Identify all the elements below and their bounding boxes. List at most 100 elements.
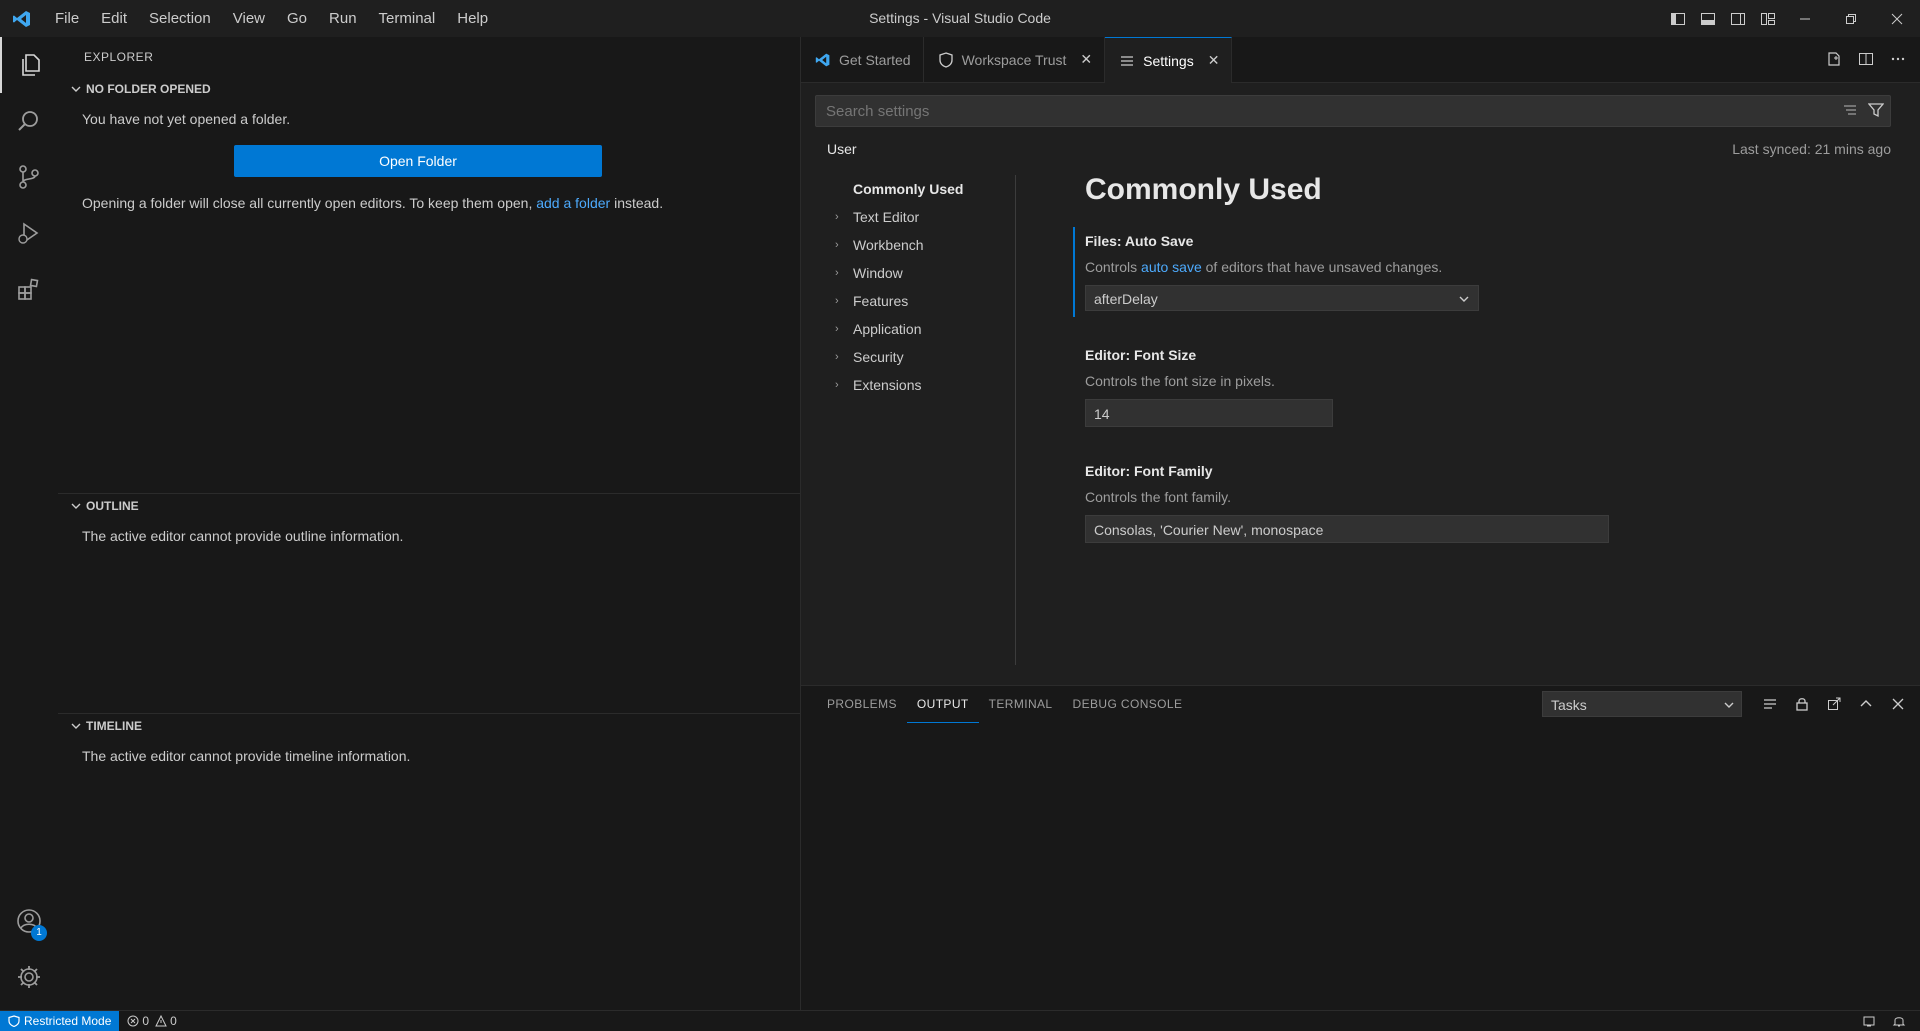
toc-label: Extensions (853, 377, 922, 393)
scope-tab-user[interactable]: User (827, 141, 857, 157)
tab-label: Get Started (839, 51, 911, 68)
settings-search (815, 95, 1891, 127)
toc-item-application[interactable]: › Application (817, 315, 1015, 343)
auto-save-select[interactable]: afterDelay (1085, 285, 1479, 311)
restricted-mode-indicator[interactable]: Restricted Mode (0, 1011, 120, 1031)
menu-go[interactable]: Go (276, 0, 318, 37)
customize-layout-icon[interactable] (1754, 5, 1782, 33)
accounts-icon[interactable]: 1 (0, 893, 58, 949)
minimize-icon[interactable] (1782, 0, 1828, 37)
toggle-secondary-sidebar-icon[interactable] (1724, 5, 1752, 33)
manage-gear-icon[interactable] (0, 949, 58, 1005)
desc-prefix: Controls (1085, 259, 1138, 275)
tab-debug-console[interactable]: DEBUG CONSOLE (1063, 686, 1193, 722)
tab-settings[interactable]: Settings ✕ (1105, 37, 1233, 83)
menu-run[interactable]: Run (318, 0, 368, 37)
chevron-right-icon: › (835, 239, 839, 251)
warning-count: 0 (170, 1014, 177, 1028)
font-size-input[interactable]: 14 (1085, 399, 1333, 427)
bottom-panel: PROBLEMS OUTPUT TERMINAL DEBUG CONSOLE T… (801, 685, 1920, 1011)
outline-header[interactable]: OUTLINE (58, 493, 800, 518)
no-folder-title: NO FOLDER OPENED (86, 82, 211, 96)
tab-get-started[interactable]: Get Started (801, 37, 924, 82)
chevron-down-icon (1458, 287, 1470, 313)
shield-icon (938, 51, 954, 68)
tab-workspace-trust[interactable]: Workspace Trust ✕ (923, 37, 1106, 82)
restore-icon[interactable] (1828, 0, 1874, 37)
settings-scope-row: User Last synced: 21 mins ago (817, 137, 1891, 165)
settings-search-input[interactable] (816, 96, 1816, 126)
notifications-bell-icon[interactable] (1884, 1011, 1914, 1031)
close-icon[interactable]: ✕ (1080, 51, 1092, 68)
outline-section: OUTLINE The active editor cannot provide… (58, 493, 800, 713)
broadcast-icon[interactable] (1854, 1011, 1884, 1031)
toc-label: Features (853, 293, 909, 309)
no-folder-header[interactable]: NO FOLDER OPENED (58, 77, 800, 101)
toc-item-features[interactable]: › Features (817, 287, 1015, 315)
no-folder-hint: Opening a folder will close all currentl… (58, 185, 800, 221)
more-actions-icon[interactable] (1884, 45, 1912, 73)
toc-item-commonly-used[interactable]: Commonly Used (817, 175, 1015, 203)
toc-item-workbench[interactable]: › Workbench (817, 231, 1015, 259)
toc-label: Commonly Used (853, 181, 964, 197)
shield-icon (8, 1015, 20, 1027)
close-window-icon[interactable] (1874, 0, 1920, 37)
search-icon[interactable] (0, 93, 58, 149)
run-debug-icon[interactable] (0, 205, 58, 261)
chevron-down-icon (68, 721, 84, 731)
close-icon[interactable]: ✕ (1208, 52, 1220, 69)
toc-item-text-editor[interactable]: › Text Editor (817, 203, 1015, 231)
filter-icon[interactable] (1868, 102, 1884, 118)
problems-indicator[interactable]: 0 0 (119, 1011, 184, 1031)
settings-toc: Commonly Used › Text Editor › Workbench › W… (817, 175, 1016, 665)
font-family-input[interactable]: Consolas, 'Courier New', monospace (1085, 515, 1609, 543)
maximize-panel-icon[interactable] (1852, 690, 1880, 718)
setting-editor-font-size: Editor: Font Size Controls the font size… (1057, 341, 1897, 441)
toc-label: Security (853, 349, 904, 365)
chevron-right-icon: › (835, 267, 839, 279)
menu-help[interactable]: Help (446, 0, 499, 37)
clear-filter-icon[interactable] (1842, 102, 1858, 118)
last-synced-text: Last synced: 21 mins ago (1732, 141, 1891, 157)
tab-output[interactable]: OUTPUT (906, 686, 979, 723)
menu-terminal[interactable]: Terminal (368, 0, 447, 37)
toc-item-security[interactable]: › Security (817, 343, 1015, 371)
toc-item-window[interactable]: › Window (817, 259, 1015, 287)
toggle-sidebar-icon[interactable] (1664, 5, 1692, 33)
menu-view[interactable]: View (222, 0, 276, 37)
close-panel-icon[interactable] (1884, 690, 1912, 718)
split-editor-icon[interactable] (1852, 45, 1880, 73)
clear-output-icon[interactable] (1756, 690, 1784, 718)
tab-problems[interactable]: PROBLEMS (817, 686, 907, 722)
auto-save-link[interactable]: auto save (1141, 259, 1202, 275)
settings-list: Commonly Used Files: Auto Save Controls … (1057, 167, 1897, 667)
lock-icon[interactable] (1788, 690, 1816, 718)
chevron-right-icon: › (835, 379, 839, 391)
menu-file[interactable]: File (44, 0, 90, 37)
add-folder-link[interactable]: add a folder (536, 195, 610, 211)
source-control-icon[interactable] (0, 149, 58, 205)
open-folder-button[interactable]: Open Folder (234, 145, 602, 177)
explorer-icon[interactable] (0, 37, 60, 93)
restricted-mode-label: Restricted Mode (24, 1014, 112, 1028)
output-channel-select[interactable]: Tasks (1542, 691, 1742, 717)
toggle-panel-icon[interactable] (1694, 5, 1722, 33)
tab-label: Workspace Trust (961, 51, 1067, 68)
open-settings-json-icon[interactable] (1820, 45, 1848, 73)
chevron-down-icon (1723, 693, 1735, 719)
timeline-header[interactable]: TIMELINE (58, 713, 800, 738)
setting-title: Files: Auto Save (1085, 233, 1194, 249)
setting-files-auto-save: Files: Auto Save Controls auto save of e… (1057, 227, 1897, 325)
error-count: 0 (142, 1014, 150, 1028)
menu-selection[interactable]: Selection (138, 0, 222, 37)
settings-section-title: Commonly Used (1085, 173, 1322, 206)
setting-description: Controls the font family. (1085, 489, 1232, 505)
editor-tabs: Get Started Workspace Trust ✕ Settings ✕ (801, 37, 1920, 83)
chevron-right-icon: › (835, 351, 839, 363)
tab-terminal[interactable]: TERMINAL (979, 686, 1063, 722)
toc-item-extensions[interactable]: › Extensions (817, 371, 1015, 399)
menu-bar: File Edit Selection View Go Run Terminal… (44, 0, 499, 37)
open-output-in-editor-icon[interactable] (1820, 690, 1848, 718)
extensions-icon[interactable] (0, 261, 58, 317)
menu-edit[interactable]: Edit (90, 0, 138, 37)
